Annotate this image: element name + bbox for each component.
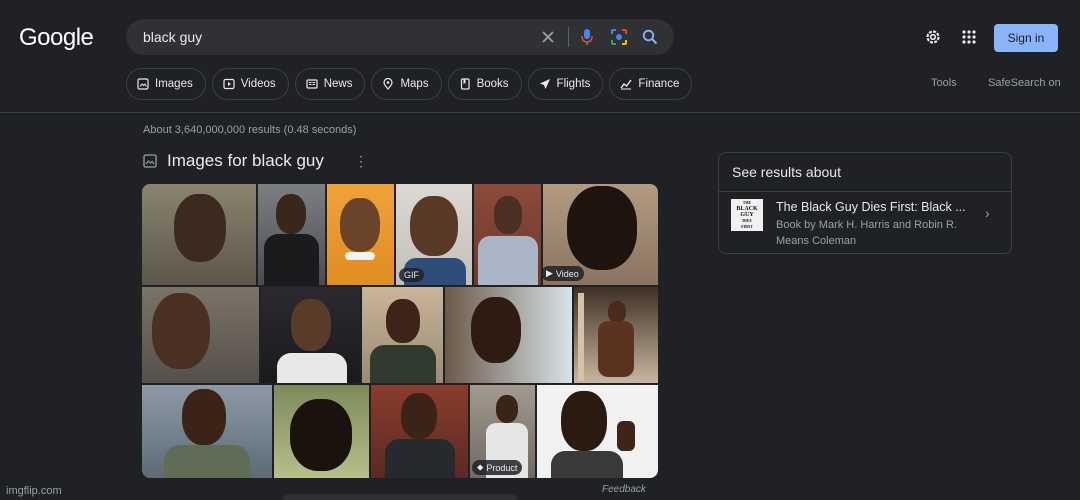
image-results-grid: GIF ▶ Video ⬥ Product bbox=[142, 184, 658, 478]
book-cover-text: FIRST bbox=[741, 224, 753, 229]
sign-in-button[interactable]: Sign in bbox=[994, 24, 1058, 52]
image-icon bbox=[143, 154, 157, 168]
image-result[interactable]: ⬥ Product bbox=[470, 385, 535, 478]
gif-badge: GIF bbox=[399, 268, 424, 282]
images-section-header[interactable]: Images for black guy bbox=[143, 151, 324, 171]
watermark: imgflip.com bbox=[6, 485, 62, 497]
book-result-subtitle: Book by Mark H. Harris and Robin R. Mean… bbox=[776, 219, 957, 247]
image-result[interactable] bbox=[327, 184, 394, 285]
image-result[interactable]: GIF bbox=[396, 184, 472, 285]
image-result[interactable] bbox=[574, 287, 658, 383]
feedback-link[interactable]: Feedback bbox=[602, 484, 646, 495]
image-result[interactable] bbox=[537, 385, 658, 478]
book-result-title[interactable]: The Black Guy Dies First: Black ... bbox=[776, 200, 966, 214]
chip-label: Flights bbox=[556, 78, 591, 90]
chip-books[interactable]: Books bbox=[447, 68, 522, 100]
results-stats: About 3,640,000,000 results (0.48 second… bbox=[143, 124, 357, 136]
image-result[interactable] bbox=[258, 184, 325, 285]
news-icon bbox=[306, 79, 318, 89]
chip-label: Finance bbox=[638, 78, 680, 90]
tools-button[interactable]: Tools bbox=[931, 77, 957, 89]
clear-icon[interactable] bbox=[536, 25, 560, 49]
image-result[interactable]: ▶ Video bbox=[543, 184, 658, 285]
plane-icon bbox=[539, 79, 550, 89]
badge-label: Video bbox=[555, 268, 579, 279]
image-result[interactable] bbox=[261, 287, 360, 383]
badge-label: Product bbox=[486, 462, 518, 473]
chip-label: News bbox=[323, 78, 353, 90]
map-pin-icon bbox=[383, 78, 394, 90]
tag-icon: ⬥ bbox=[477, 462, 484, 472]
image-result[interactable] bbox=[445, 287, 572, 383]
see-results-about-panel: See results about THE BLACK GUY DIES FIR… bbox=[718, 152, 1012, 254]
panel-divider bbox=[719, 191, 1011, 192]
chevron-right-icon[interactable]: › bbox=[985, 205, 990, 221]
video-badge: ▶ Video bbox=[543, 266, 584, 281]
book-cover-thumbnail[interactable]: THE BLACK GUY DIES FIRST bbox=[731, 199, 763, 231]
image-result[interactable] bbox=[142, 184, 256, 285]
finance-icon bbox=[620, 79, 632, 90]
search-icon[interactable] bbox=[638, 25, 662, 49]
image-result[interactable] bbox=[474, 184, 541, 285]
header-divider bbox=[0, 112, 1080, 113]
panel-heading: See results about bbox=[732, 164, 841, 180]
search-divider bbox=[568, 27, 569, 47]
safesearch-toggle[interactable]: SafeSearch on bbox=[988, 77, 1061, 89]
image-result[interactable] bbox=[362, 287, 443, 383]
chip-finance[interactable]: Finance bbox=[609, 68, 693, 100]
lens-camera-icon[interactable] bbox=[607, 25, 631, 49]
settings-gear-icon[interactable] bbox=[922, 26, 944, 48]
chip-label: Videos bbox=[240, 78, 276, 90]
images-section-title[interactable]: Images for black guy bbox=[167, 151, 324, 171]
video-icon bbox=[223, 78, 235, 90]
image-result[interactable] bbox=[142, 385, 272, 478]
book-icon bbox=[460, 78, 470, 90]
chip-label: Maps bbox=[400, 78, 429, 90]
google-logo[interactable]: Google bbox=[19, 24, 94, 52]
chip-label: Images bbox=[155, 78, 193, 90]
product-badge: ⬥ Product bbox=[472, 460, 523, 475]
chip-images[interactable]: Images bbox=[126, 68, 206, 100]
chip-news[interactable]: News bbox=[294, 68, 366, 100]
apps-grid-icon[interactable] bbox=[958, 26, 980, 48]
chip-videos[interactable]: Videos bbox=[211, 68, 289, 100]
chip-flights[interactable]: Flights bbox=[527, 68, 604, 100]
microphone-icon[interactable] bbox=[575, 25, 599, 49]
more-images-bar[interactable] bbox=[282, 494, 518, 500]
search-bar[interactable]: black guy bbox=[126, 19, 674, 55]
search-filter-chips: Images Videos News Maps Books Flights Fi… bbox=[126, 68, 693, 100]
image-result[interactable] bbox=[142, 287, 259, 383]
play-icon: ▶ bbox=[546, 268, 553, 278]
chip-maps[interactable]: Maps bbox=[371, 68, 442, 100]
more-options-icon[interactable]: ⋮ bbox=[354, 154, 368, 168]
image-icon bbox=[137, 78, 149, 90]
search-input[interactable]: black guy bbox=[143, 29, 202, 45]
image-result[interactable] bbox=[274, 385, 369, 478]
image-result[interactable] bbox=[371, 385, 468, 478]
chip-label: Books bbox=[476, 78, 509, 90]
